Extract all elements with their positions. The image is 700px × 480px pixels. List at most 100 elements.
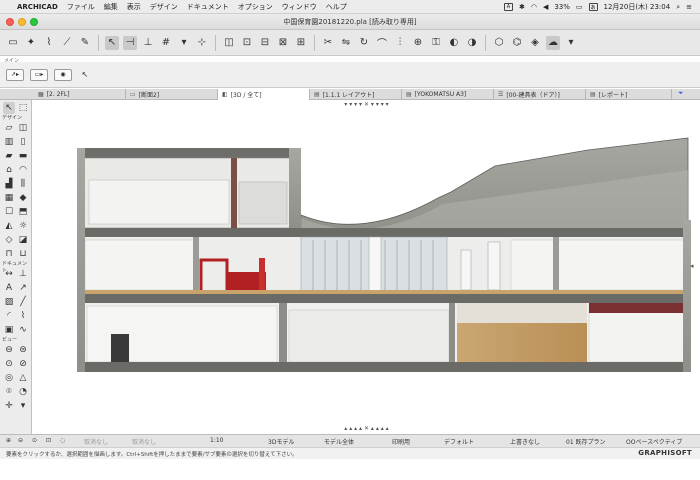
- menu-edit[interactable]: 編集: [104, 2, 118, 12]
- worksheet-tool-icon[interactable]: ⊘: [17, 358, 29, 370]
- renovation-selector[interactable]: 01 既存プラン: [566, 437, 606, 446]
- fillet-icon[interactable]: ⌒: [375, 36, 389, 50]
- eyedropper-icon[interactable]: ⌇: [42, 36, 56, 50]
- stretch-icon[interactable]: ⊞: [294, 36, 308, 50]
- offset-icon[interactable]: ⊡: [240, 36, 254, 50]
- grid-snap-icon[interactable]: #: [159, 36, 173, 50]
- zoom-out-icon[interactable]: ⊖: [18, 437, 23, 444]
- group-icon[interactable]: ⊕: [411, 36, 425, 50]
- roof-tool-icon[interactable]: ⌂: [3, 164, 15, 176]
- selection-method-icon[interactable]: ▭▸: [30, 68, 48, 81]
- menu-document[interactable]: ドキュメント: [187, 2, 229, 12]
- syringe-icon[interactable]: ⟋: [60, 36, 74, 50]
- radial-dimension-tool-icon[interactable]: ◔: [17, 386, 29, 398]
- redo-view-button[interactable]: 取消なし: [132, 437, 156, 446]
- polyline-tool-icon[interactable]: ⌇: [17, 310, 29, 322]
- override-selector[interactable]: 上書きなし: [510, 437, 540, 446]
- fill-tool-icon[interactable]: ▨: [3, 296, 15, 308]
- door-tool-icon[interactable]: ◫: [17, 122, 29, 134]
- menu-design[interactable]: デザイン: [150, 2, 178, 12]
- grid-tool-icon[interactable]: ✛: [3, 400, 15, 412]
- split-icon[interactable]: ⊟: [258, 36, 272, 50]
- tab-door-schedule[interactable]: ☰ [00-建具表（ドア）]: [494, 89, 586, 100]
- rotate-icon[interactable]: ↻: [357, 36, 371, 50]
- window-tool-icon[interactable]: ▥: [3, 136, 15, 148]
- skylight-tool-icon[interactable]: ◇: [3, 234, 15, 246]
- tab-floor-plan[interactable]: ▦ [2. 2FL]: [34, 89, 126, 100]
- tab-section[interactable]: ▭ [断面2]: [126, 89, 218, 100]
- slab-tool-icon[interactable]: ▰: [3, 150, 15, 162]
- chevron-down-icon[interactable]: ▾: [564, 36, 578, 50]
- marquee-tool-icon[interactable]: ⬚: [17, 102, 29, 114]
- notification-icon[interactable]: ≡: [686, 3, 692, 11]
- snap-points-icon[interactable]: ⊹: [195, 36, 209, 50]
- pet-palette-icon[interactable]: ◉: [54, 68, 72, 81]
- model-view-option-selector[interactable]: デフォルト: [444, 437, 474, 446]
- magic-wand-icon[interactable]: ✦: [24, 36, 38, 50]
- perspective-selector[interactable]: OOペースペクティブ: [626, 437, 682, 446]
- object-tool-icon[interactable]: ☐: [3, 206, 15, 218]
- layer-icon[interactable]: ◫: [222, 36, 236, 50]
- undo-view-button[interactable]: 取消なし: [84, 437, 108, 446]
- clock[interactable]: 12月20日(木) 23:04: [604, 2, 671, 12]
- tab-3d[interactable]: ◧ [3D / 全て]: [218, 89, 310, 100]
- arrow-select-icon[interactable]: ↖: [105, 35, 119, 50]
- menu-window[interactable]: ウィンドウ: [282, 2, 317, 12]
- menu-options[interactable]: オプション: [238, 2, 273, 12]
- curtain-wall-tool-icon[interactable]: ▦: [3, 192, 15, 204]
- zoom-marker-bottom[interactable]: ▴ ▴ ▴ ▴ ✕ ▴ ▴ ▴ ▴: [33, 425, 700, 432]
- zoom-in-icon[interactable]: ⊕: [6, 437, 11, 444]
- wifi-icon[interactable]: ◠: [531, 3, 537, 11]
- railing-tool-icon[interactable]: ⫼: [17, 178, 29, 190]
- menu-app[interactable]: ARCHICAD: [17, 3, 58, 11]
- menu-view[interactable]: 表示: [127, 2, 141, 12]
- cursor-icon[interactable]: ↖: [78, 68, 92, 82]
- spotlight-icon[interactable]: ⌕: [676, 3, 680, 12]
- arc-tool-icon[interactable]: ◜: [3, 310, 15, 322]
- geometry-method-icon[interactable]: ↗▸: [6, 68, 24, 81]
- view-cube-icon[interactable]: ◈: [528, 36, 542, 50]
- zoom-marker-top[interactable]: ▾ ▾ ▾ ▾ ✕ ▾ ▾ ▾ ▾: [33, 101, 700, 108]
- new-icon[interactable]: ▭: [6, 36, 20, 50]
- bluetooth-icon[interactable]: ✱: [519, 3, 525, 11]
- dimension-tool-icon[interactable]: ↔: [3, 268, 15, 280]
- column-tool-icon[interactable]: ▯: [17, 136, 29, 148]
- menu-file[interactable]: ファイル: [67, 2, 95, 12]
- tray-icon[interactable]: A: [503, 3, 513, 11]
- morph-tool-icon[interactable]: ◆: [17, 192, 29, 204]
- lock-icon[interactable]: ⚿: [429, 36, 443, 50]
- zone-tool-icon[interactable]: ⬒: [17, 206, 29, 218]
- drawing-tool-icon[interactable]: ▣: [3, 324, 15, 336]
- pen-set-selector[interactable]: 印刷用: [392, 437, 410, 446]
- tab-layout[interactable]: ▤ [1.1.1 レイアウト]: [310, 89, 402, 100]
- corner-window-tool-icon[interactable]: ◪: [17, 234, 29, 246]
- scale-selector[interactable]: 1:10: [210, 437, 223, 444]
- zoom-fit-icon[interactable]: ⊙: [32, 437, 37, 444]
- 3d-model-selector[interactable]: 3Dモデル: [268, 437, 294, 446]
- align-icon[interactable]: ⫶: [393, 36, 407, 50]
- scissors-icon[interactable]: ✂: [321, 36, 335, 50]
- stair-tool-icon[interactable]: ▟: [3, 178, 15, 190]
- opening-tool-icon[interactable]: ⊔: [17, 248, 29, 260]
- arrow-tool-icon[interactable]: ↖: [3, 102, 15, 114]
- line-tool-icon[interactable]: ╱: [17, 296, 29, 308]
- text-tool-icon[interactable]: A: [3, 282, 15, 294]
- 3d-navigation-icon[interactable]: ⬡: [492, 36, 506, 50]
- more-tools-icon[interactable]: ▾: [17, 400, 29, 412]
- shell-tool-icon[interactable]: ◠: [17, 164, 29, 176]
- snap-guide-icon[interactable]: ⊣: [123, 35, 137, 50]
- trace-icon[interactable]: ◐: [447, 36, 461, 50]
- 3d-viewport[interactable]: ▾ ▾ ▾ ▾ ✕ ▾ ▾ ▾ ▾ ◂ ▴ ▴ ▴ ▴ ✕ ▴ ▴ ▴ ▴: [33, 100, 700, 434]
- render-icon[interactable]: ☁: [546, 35, 560, 50]
- ruler-icon[interactable]: ⊥: [141, 36, 155, 50]
- teamwork-icon[interactable]: ◑: [465, 36, 479, 50]
- interior-elevation-tool-icon[interactable]: ⊙: [3, 358, 15, 370]
- label-tool-icon[interactable]: ↗: [17, 282, 29, 294]
- beam-tool-icon[interactable]: ▬: [17, 150, 29, 162]
- camera-tool-icon[interactable]: ⌾: [3, 386, 15, 398]
- model-all-selector[interactable]: モデル全体: [324, 437, 354, 446]
- menu-help[interactable]: ヘルプ: [326, 2, 347, 12]
- explore-icon[interactable]: ⌬: [510, 36, 524, 50]
- wall-end-tool-icon[interactable]: ⊓: [3, 248, 15, 260]
- tab-report[interactable]: ▤ [レポート]: [586, 89, 672, 100]
